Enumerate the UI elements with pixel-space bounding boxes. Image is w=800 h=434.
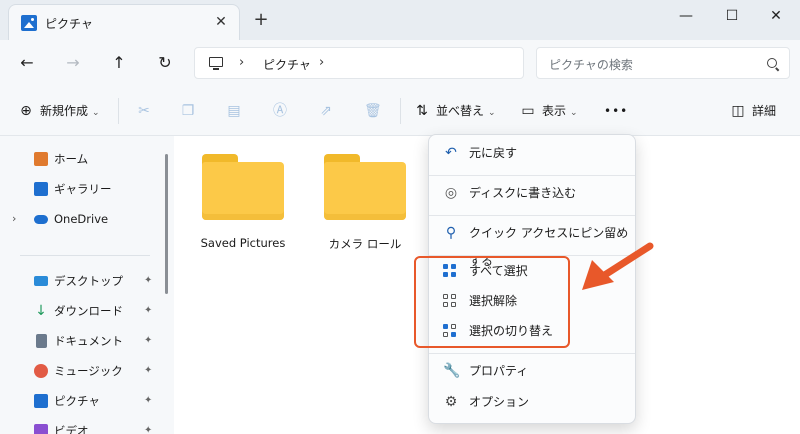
- toolbar-divider: [400, 98, 401, 124]
- sidebar-divider: [20, 255, 150, 256]
- menu-item-properties[interactable]: 🔧 プロパティ: [433, 357, 633, 385]
- search-icon[interactable]: [767, 58, 777, 68]
- forward-button[interactable]: →: [62, 52, 84, 74]
- scrollbar-thumb[interactable]: [165, 154, 168, 294]
- pin-icon[interactable]: ✦: [144, 268, 152, 294]
- highlight-box: [414, 256, 570, 348]
- cut-icon: ✂: [138, 103, 150, 119]
- this-pc-icon[interactable]: [209, 57, 223, 70]
- pin-icon[interactable]: ✦: [144, 358, 152, 384]
- sidebar-scrollbar[interactable]: [160, 136, 174, 434]
- share-icon: ⇗: [320, 103, 332, 119]
- sidebar-item-downloads[interactable]: ↓ ダウンロード ✦: [0, 298, 160, 324]
- tab-pictures[interactable]: ピクチャ ✕: [8, 4, 240, 40]
- video-icon: [34, 424, 48, 434]
- new-button[interactable]: ⊕ 新規作成 ⌄: [18, 100, 100, 122]
- menu-divider: [429, 353, 635, 354]
- pin-icon: ⚲: [445, 225, 457, 241]
- menu-item-options[interactable]: ⚙ オプション: [433, 388, 633, 416]
- download-icon: ↓: [35, 303, 47, 319]
- tab-title: ピクチャ: [45, 17, 93, 31]
- sort-button[interactable]: ⇅ 並べ替え ⌄: [414, 100, 496, 122]
- search-placeholder[interactable]: ピクチャの検索: [549, 56, 633, 73]
- sidebar-item-pictures[interactable]: ピクチャ ✦: [0, 388, 160, 414]
- undo-icon: ↶: [445, 145, 457, 161]
- details-button[interactable]: ◫ 詳細: [730, 100, 776, 122]
- gallery-icon: [34, 182, 48, 196]
- folder-item[interactable]: カメラ ロール: [322, 154, 408, 264]
- plus-circle-icon: ⊕: [20, 103, 32, 119]
- sidebar-item-gallery[interactable]: ギャラリー: [0, 176, 160, 202]
- sidebar-item-onedrive[interactable]: › OneDrive: [0, 206, 160, 232]
- onedrive-icon: [34, 215, 48, 224]
- trash-icon: 🗑: [364, 103, 382, 119]
- breadcrumb-separator[interactable]: ›: [239, 55, 244, 70]
- pin-icon[interactable]: ✦: [144, 388, 152, 414]
- minimize-button[interactable]: —: [672, 6, 700, 26]
- burn-disc-icon: ◎: [444, 185, 458, 201]
- pin-icon[interactable]: ✦: [144, 418, 152, 434]
- menu-divider: [429, 215, 635, 216]
- cut-button[interactable]: ✂: [136, 100, 158, 122]
- maximize-button[interactable]: ☐: [718, 6, 746, 26]
- annotation-arrow: [582, 242, 654, 290]
- home-icon: [34, 152, 48, 166]
- folder-icon: [202, 154, 284, 220]
- close-tab-button[interactable]: ✕: [211, 12, 231, 32]
- pictures-icon: [21, 15, 37, 31]
- sidebar-item-music[interactable]: ミュージック ✦: [0, 358, 160, 384]
- pictures-icon: [34, 394, 48, 408]
- menu-divider: [429, 175, 635, 176]
- folder-name: カメラ ロール: [328, 237, 402, 251]
- document-icon: [36, 334, 47, 348]
- sidebar-item-videos[interactable]: ビデオ ✦: [0, 418, 160, 434]
- sidebar-item-home[interactable]: ホーム: [0, 146, 160, 172]
- view-icon: ▭: [521, 103, 535, 119]
- sidebar-item-documents[interactable]: ドキュメント ✦: [0, 328, 160, 354]
- menu-item-undo[interactable]: ↶ 元に戻す: [433, 139, 633, 167]
- pin-icon[interactable]: ✦: [144, 298, 152, 324]
- address-bar[interactable]: › ピクチャ ›: [194, 47, 524, 79]
- paste-icon: ▤: [227, 103, 241, 119]
- view-button[interactable]: ▭ 表示 ⌄: [520, 100, 578, 122]
- more-options-button[interactable]: •••: [604, 100, 628, 122]
- menu-item-burn-to-disc[interactable]: ◎ ディスクに書き込む: [433, 179, 633, 207]
- navigation-bar: ← → ↑ ↻ › ピクチャ › ピクチャの検索: [0, 40, 800, 86]
- search-box[interactable]: ピクチャの検索: [536, 47, 790, 79]
- copy-icon: ❐: [181, 103, 195, 119]
- pin-icon[interactable]: ✦: [144, 328, 152, 354]
- chevron-down-icon: ⌄: [488, 108, 496, 118]
- folder-name: Saved Pictures: [200, 236, 286, 250]
- rename-icon: Ⓐ: [273, 103, 287, 119]
- breadcrumb-pictures[interactable]: ピクチャ: [263, 56, 311, 73]
- back-button[interactable]: ←: [16, 52, 38, 74]
- command-bar: ⊕ 新規作成 ⌄ ✂ ❐ ▤ Ⓐ ⇗ 🗑 ⇅ 並べ替え ⌄ ▭ 表示 ⌄ ••• ◫ 詳細: [0, 86, 800, 136]
- folder-icon: [324, 154, 406, 220]
- details-pane-icon: ◫: [731, 103, 745, 119]
- chevron-down-icon: ⌄: [570, 108, 578, 118]
- navigation-pane: ホーム ギャラリー › OneDrive デスクトップ ✦ ↓ ダウンロード ✦…: [0, 136, 160, 434]
- toolbar-divider: [118, 98, 119, 124]
- music-icon: [34, 364, 48, 378]
- desktop-icon: [34, 276, 48, 286]
- properties-icon: 🔧: [443, 363, 461, 379]
- sidebar-item-desktop[interactable]: デスクトップ ✦: [0, 268, 160, 294]
- new-tab-button[interactable]: +: [252, 11, 270, 30]
- title-bar: ピクチャ ✕ + — ☐ ✕: [0, 0, 800, 40]
- refresh-button[interactable]: ↻: [154, 52, 176, 74]
- copy-button[interactable]: ❐: [180, 100, 202, 122]
- chevron-down-icon: ⌄: [92, 108, 100, 118]
- close-window-button[interactable]: ✕: [762, 6, 790, 26]
- breadcrumb-separator-end[interactable]: ›: [319, 55, 324, 70]
- expand-chevron-icon[interactable]: ›: [12, 206, 16, 232]
- paste-button[interactable]: ▤: [226, 100, 248, 122]
- delete-button[interactable]: 🗑: [364, 100, 386, 122]
- up-button[interactable]: ↑: [108, 52, 130, 74]
- options-icon: ⚙: [444, 394, 458, 410]
- rename-button[interactable]: Ⓐ: [272, 100, 294, 122]
- share-button[interactable]: ⇗: [318, 100, 340, 122]
- sort-icon: ⇅: [416, 103, 428, 119]
- folder-item[interactable]: Saved Pictures: [200, 154, 286, 264]
